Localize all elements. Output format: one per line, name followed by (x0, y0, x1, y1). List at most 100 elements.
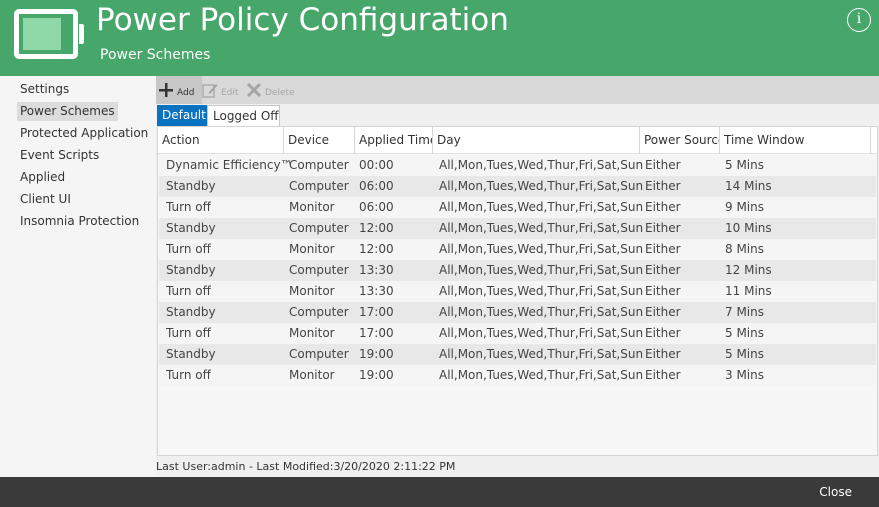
sidebar-item-settings[interactable]: Settings (17, 80, 72, 99)
delete-button[interactable]: Delete (246, 76, 295, 104)
table-header: Action Device Applied Time Day Power Sou… (158, 127, 877, 154)
cell-time-window: 10 Mins (725, 221, 772, 235)
table-row[interactable]: Turn off Monitor 19:00 All,Mon,Tues,Wed,Thu… (159, 365, 876, 386)
column-header-time-window[interactable]: Time Window (720, 127, 871, 154)
sidebar-item-power-schemes[interactable]: Power Schemes (17, 102, 118, 121)
cell-power-source: Either (645, 326, 681, 340)
tab-logged-off[interactable]: Logged Off (207, 105, 280, 126)
cell-power-source: Either (645, 158, 681, 172)
cell-power-source: Either (645, 221, 681, 235)
cell-power-source: Either (645, 284, 681, 298)
cell-device: Computer (289, 347, 349, 361)
edit-button[interactable]: Edit (202, 76, 238, 104)
table-row[interactable]: Turn off Monitor 13:30 All,Mon,Tues,Wed,Thu… (159, 281, 876, 302)
cell-time-window: 5 Mins (725, 326, 764, 340)
cell-applied-time: 13:30 (359, 284, 394, 298)
sidebar-item-insomnia-protection[interactable]: Insomnia Protection (17, 212, 142, 231)
cell-action: Turn off (166, 368, 211, 382)
cell-action: Standby (166, 179, 216, 193)
app-header: Power Policy Configuration Power Schemes… (0, 0, 879, 76)
cell-day: All,Mon,Tues,Wed,Thur,Fri,Sat,Sun (439, 305, 644, 319)
delete-x-icon (246, 82, 262, 98)
cell-applied-time: 17:00 (359, 305, 394, 319)
cell-device: Computer (289, 305, 349, 319)
cell-time-window: 9 Mins (725, 200, 764, 214)
sidebar: Settings Power Schemes Protected Applica… (0, 76, 156, 477)
cell-device: Monitor (289, 242, 335, 256)
cell-action: Standby (166, 221, 216, 235)
cell-power-source: Either (645, 263, 681, 277)
cell-applied-time: 00:00 (359, 158, 394, 172)
cell-day: All,Mon,Tues,Wed,Thur,Fri,Sat,Sun (439, 158, 644, 172)
cell-action: Standby (166, 347, 216, 361)
cell-applied-time: 12:00 (359, 242, 394, 256)
sidebar-item-protected-application[interactable]: Protected Application (17, 124, 151, 143)
sidebar-item-client-ui[interactable]: Client UI (17, 190, 74, 209)
cell-day: All,Mon,Tues,Wed,Thur,Fri,Sat,Sun (439, 179, 644, 193)
page-subtitle: Power Schemes (100, 47, 211, 63)
sidebar-item-applied[interactable]: Applied (17, 168, 68, 187)
info-icon[interactable]: i (847, 8, 871, 32)
cell-power-source: Either (645, 200, 681, 214)
table-row[interactable]: Turn off Monitor 12:00 All,Mon,Tues,Wed,Thu… (159, 239, 876, 260)
cell-action: Turn off (166, 326, 211, 340)
column-header-applied-time[interactable]: Applied Time (355, 127, 433, 154)
cell-action: Standby (166, 305, 216, 319)
cell-time-window: 11 Mins (725, 284, 772, 298)
cell-power-source: Either (645, 347, 681, 361)
cell-action: Standby (166, 263, 216, 277)
delete-label: Delete (265, 88, 295, 98)
cell-action: Dynamic Efficiency™ (166, 158, 293, 172)
schemes-table: Action Device Applied Time Day Power Sou… (157, 126, 878, 456)
cell-device: Computer (289, 158, 349, 172)
cell-applied-time: 19:00 (359, 347, 394, 361)
status-text: Last User:admin - Last Modified:3/20/202… (156, 460, 456, 473)
table-row[interactable]: Standby Computer 13:30 All,Mon,Tues,Wed,Thu… (159, 260, 876, 281)
footer-bar: Close (0, 477, 879, 507)
close-button[interactable]: Close (819, 485, 852, 499)
cell-day: All,Mon,Tues,Wed,Thur,Fri,Sat,Sun (439, 242, 644, 256)
edit-icon (202, 84, 218, 98)
add-button[interactable]: Add (156, 76, 202, 104)
cell-action: Turn off (166, 284, 211, 298)
table-row[interactable]: Standby Computer 12:00 All,Mon,Tues,Wed,Thu… (159, 218, 876, 239)
cell-time-window: 14 Mins (725, 179, 772, 193)
plus-icon (159, 83, 173, 97)
cell-device: Monitor (289, 200, 335, 214)
cell-device: Computer (289, 263, 349, 277)
app-title: Power Policy Configuration (96, 2, 509, 38)
main-panel: Add Edit Delete Default Logged Off Actio… (156, 76, 879, 477)
sidebar-item-event-scripts[interactable]: Event Scripts (17, 146, 102, 165)
cell-power-source: Either (645, 242, 681, 256)
column-header-day[interactable]: Day (433, 127, 640, 154)
column-header-action[interactable]: Action (158, 127, 284, 154)
table-row[interactable]: Standby Computer 17:00 All,Mon,Tues,Wed,Thu… (159, 302, 876, 323)
cell-day: All,Mon,Tues,Wed,Thur,Fri,Sat,Sun (439, 263, 644, 277)
cell-action: Turn off (166, 200, 211, 214)
cell-applied-time: 06:00 (359, 200, 394, 214)
table-row[interactable]: Turn off Monitor 06:00 All,Mon,Tues,Wed,Thu… (159, 197, 876, 218)
cell-time-window: 5 Mins (725, 347, 764, 361)
cell-time-window: 8 Mins (725, 242, 764, 256)
cell-device: Monitor (289, 284, 335, 298)
cell-power-source: Either (645, 368, 681, 382)
cell-device: Monitor (289, 326, 335, 340)
add-label: Add (177, 88, 195, 98)
tab-default[interactable]: Default (157, 105, 207, 126)
table-row[interactable]: Standby Computer 19:00 All,Mon,Tues,Wed,Thu… (159, 344, 876, 365)
battery-tip (79, 24, 84, 44)
cell-power-source: Either (645, 179, 681, 193)
table-row[interactable]: Standby Computer 06:00 All,Mon,Tues,Wed,Thu… (159, 176, 876, 197)
table-row[interactable]: Dynamic Efficiency™ Computer 00:00 All,Mon,… (159, 155, 876, 176)
column-header-power-source[interactable]: Power Source (640, 127, 720, 154)
cell-action: Turn off (166, 242, 211, 256)
column-header-device[interactable]: Device (284, 127, 355, 154)
edit-label: Edit (221, 88, 239, 98)
cell-day: All,Mon,Tues,Wed,Thur,Fri,Sat,Sun (439, 221, 644, 235)
cell-day: All,Mon,Tues,Wed,Thur,Fri,Sat,Sun (439, 284, 644, 298)
cell-power-source: Either (645, 305, 681, 319)
cell-applied-time: 17:00 (359, 326, 394, 340)
cell-day: All,Mon,Tues,Wed,Thur,Fri,Sat,Sun (439, 347, 644, 361)
cell-device: Computer (289, 179, 349, 193)
table-row[interactable]: Turn off Monitor 17:00 All,Mon,Tues,Wed,Thu… (159, 323, 876, 344)
